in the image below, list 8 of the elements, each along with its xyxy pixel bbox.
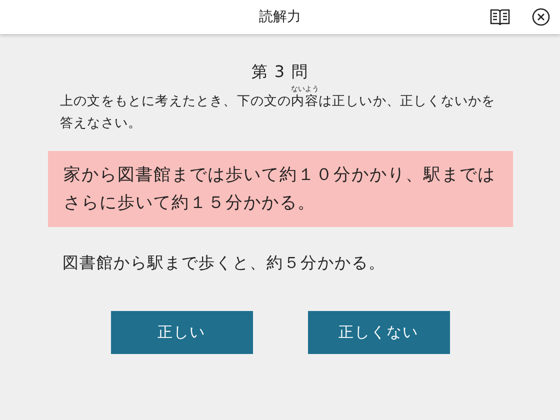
close-icon[interactable]: [532, 8, 550, 26]
book-icon[interactable]: [490, 8, 510, 26]
passage-text: 家から図書館までは歩いて約１０分かかり、駅まではさらに歩いて約１５分かかる。: [48, 151, 512, 227]
answer-button[interactable]: 正しい: [110, 311, 252, 354]
window-title: 読解力: [259, 8, 301, 26]
statement-text: 図書館から駅まで歩くと、約５分かかる。: [62, 253, 386, 274]
answer-button[interactable]: 正しくない: [308, 311, 450, 354]
question-number: 第 3 問: [251, 62, 309, 83]
